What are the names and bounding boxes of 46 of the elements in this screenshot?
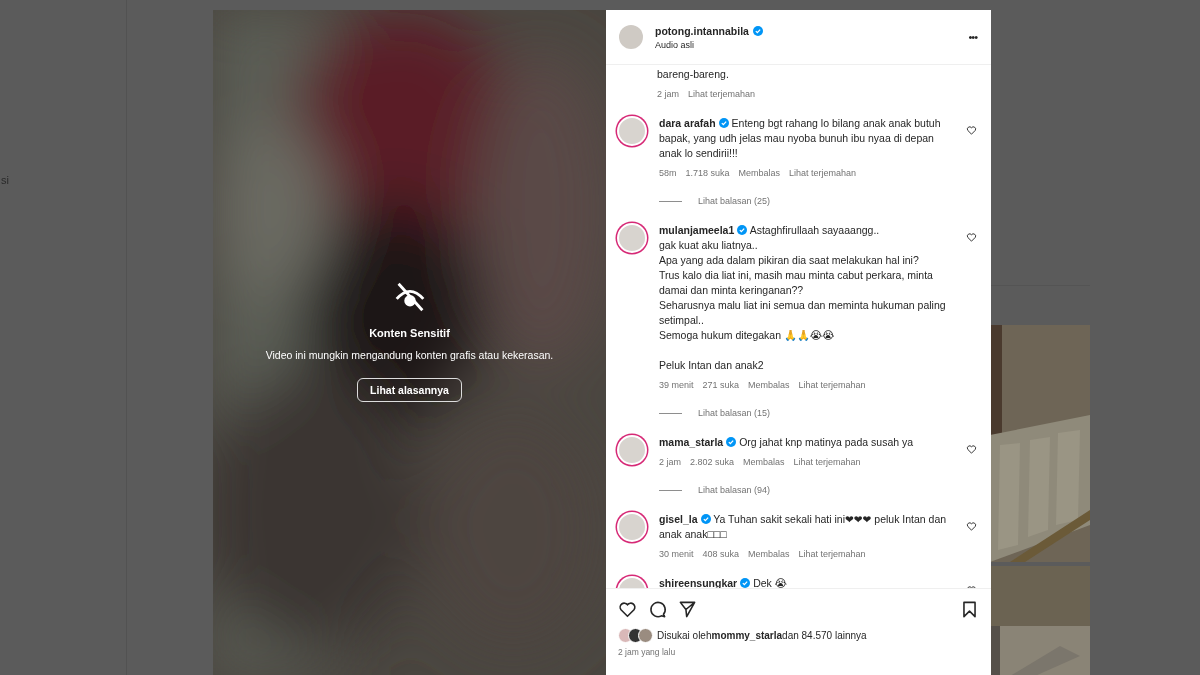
- comment-author[interactable]: mama_starla: [659, 436, 724, 448]
- comment-time: 2 jam: [659, 457, 681, 467]
- reply-link[interactable]: Membalas: [738, 168, 781, 178]
- caption-text: bareng-bareng.: [657, 67, 730, 82]
- reply-link[interactable]: Membalas: [743, 457, 785, 467]
- avatar[interactable]: [617, 116, 647, 146]
- bookmark-icon[interactable]: [960, 600, 979, 619]
- avatar[interactable]: [617, 435, 647, 465]
- like-count[interactable]: 408 suka: [702, 549, 740, 559]
- send-icon[interactable]: [678, 600, 697, 619]
- avatar[interactable]: [617, 223, 647, 253]
- comment-time: 58m: [659, 168, 677, 178]
- comment-time: 2 jam: [657, 89, 679, 99]
- translate-link[interactable]: Lihat terjemahan: [798, 549, 866, 559]
- like-count[interactable]: 1.718 suka: [685, 168, 730, 178]
- comment-text: mama_starla Org jahat knp matinya pada susah ya: [659, 435, 915, 450]
- avatar[interactable]: [617, 512, 647, 542]
- comment-text: gisel_la Ya Tuhan sakit sekali hati ini❤❤❤ peluk Intan dan anak anak□□□: [659, 512, 948, 542]
- reply-link[interactable]: Membalas: [748, 380, 790, 390]
- comment-time: 30 menit: [659, 549, 694, 559]
- reply-link[interactable]: Membalas: [748, 549, 790, 559]
- more-button[interactable]: •••: [968, 31, 977, 43]
- comment-author[interactable]: mulanjameela1: [659, 224, 735, 236]
- audio-label[interactable]: Audio asli: [655, 39, 763, 50]
- comment-icon[interactable]: [648, 600, 667, 619]
- translate-link[interactable]: Lihat terjemahan: [793, 457, 861, 467]
- avatar: [638, 628, 653, 643]
- view-replies-link[interactable]: Lihat balasan (25): [698, 196, 771, 206]
- post-time: 2 jam yang lalu: [617, 646, 677, 659]
- author-name[interactable]: potong.intannabila: [655, 24, 749, 37]
- view-replies-link[interactable]: Lihat balasan (94): [698, 485, 771, 495]
- translate-link[interactable]: Lihat terjemahan: [688, 89, 756, 99]
- comment-time: 39 menit: [659, 380, 694, 390]
- translate-link[interactable]: Lihat terjemahan: [798, 380, 866, 390]
- comment-text: mulanjameela1 Astaghfirullaah sayaaangg.. gak kuat aku liatnya.. Apa yang ada dalam pikiran dia saat melakukan hal ini? Trus kalo dia liat ini, masih mau minta cabut perkara, minta damai dan minta keringanan?? Seharusnya malu liat ini semua dan meminta hukuman paling setimpal.. Semoga hukum ditegakan 🙏🙏😭😭 Peluk Intan dan anak2: [659, 223, 947, 373]
- warning-text: Video ini mungkin mengandung konten grafis atau kekerasan.: [265, 349, 554, 361]
- see-reason-button[interactable]: Lihat alasannya: [357, 378, 462, 402]
- comment-author[interactable]: gisel_la: [659, 513, 698, 525]
- view-replies-link[interactable]: Lihat balasan (15): [698, 408, 771, 418]
- comment-text: dara arafah Enteng bgt rahang lo bilang anak anak butuh bapak, yang udh jelas mau nyoba bunuh ibu nyaa di depan anak lo sendirii!!!: [659, 116, 942, 161]
- like-count[interactable]: 2.802 suka: [690, 457, 735, 467]
- comment-author[interactable]: dara arafah: [659, 117, 716, 129]
- likes-text: Disukai olehmommy_starladan 84.570 lainnya: [657, 630, 867, 641]
- translate-link[interactable]: Lihat terjemahan: [789, 168, 857, 178]
- warning-title: Konten Sensitif: [369, 327, 450, 339]
- like-count[interactable]: 271 suka: [702, 380, 740, 390]
